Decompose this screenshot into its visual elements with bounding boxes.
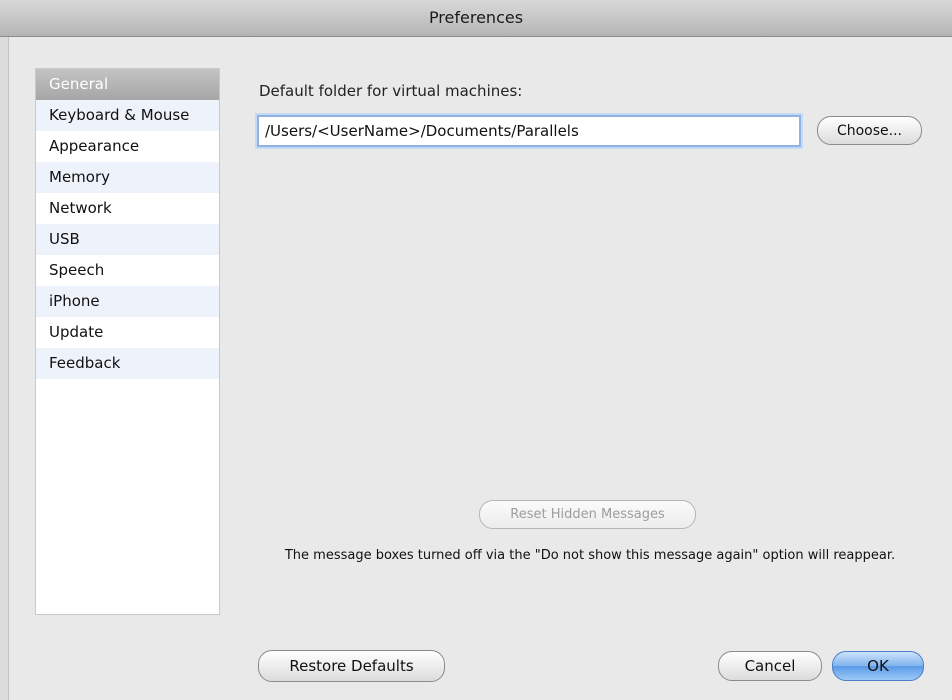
sidebar-item-keyboard-mouse[interactable]: Keyboard & Mouse (36, 100, 219, 131)
sidebar-item-feedback[interactable]: Feedback (36, 348, 219, 379)
reset-hidden-messages-button[interactable]: Reset Hidden Messages (479, 500, 696, 529)
sidebar-item-update[interactable]: Update (36, 317, 219, 348)
window-title: Preferences (428, 8, 524, 27)
default-folder-input[interactable] (257, 115, 801, 147)
sidebar-item-appearance[interactable]: Appearance (36, 131, 219, 162)
sidebar-item-speech[interactable]: Speech (36, 255, 219, 286)
sidebar-item-usb[interactable]: USB (36, 224, 219, 255)
window-left-edge (0, 37, 9, 700)
sidebar-item-network[interactable]: Network (36, 193, 219, 224)
ok-button[interactable]: OK (832, 651, 924, 681)
choose-button[interactable]: Choose... (817, 116, 922, 145)
preferences-window: Preferences General Keyboard & Mouse App… (0, 0, 952, 700)
default-folder-label: Default folder for virtual machines: (259, 82, 523, 100)
reset-messages-note: The message boxes turned off via the "Do… (284, 548, 896, 563)
restore-defaults-button[interactable]: Restore Defaults (258, 650, 445, 682)
sidebar-item-general[interactable]: General (36, 69, 219, 100)
preferences-sidebar: General Keyboard & Mouse Appearance Memo… (35, 68, 220, 615)
cancel-button[interactable]: Cancel (718, 651, 822, 681)
sidebar-item-memory[interactable]: Memory (36, 162, 219, 193)
sidebar-item-iphone[interactable]: iPhone (36, 286, 219, 317)
title-bar[interactable]: Preferences (0, 0, 952, 37)
